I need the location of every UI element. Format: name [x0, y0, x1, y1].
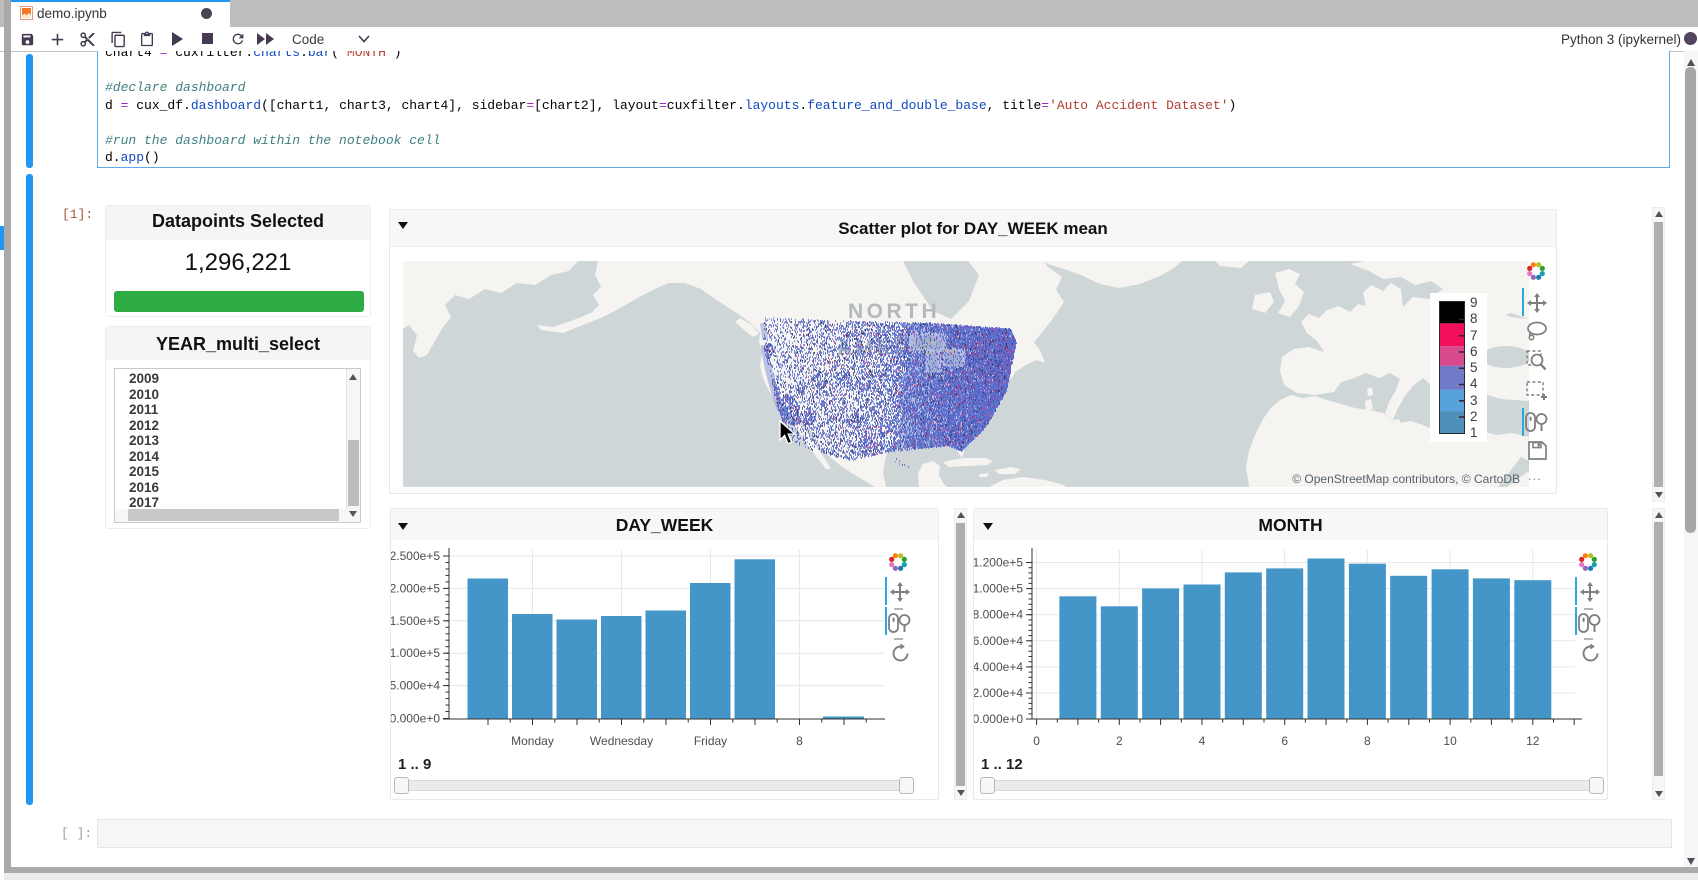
svg-text:10: 10	[1443, 734, 1457, 748]
svg-text:1.200e+5: 1.200e+5	[974, 556, 1023, 570]
svg-text:NORTH: NORTH	[848, 300, 940, 323]
svg-text:1.500e+5: 1.500e+5	[391, 614, 440, 628]
svg-text:1.000e+5: 1.000e+5	[391, 646, 440, 660]
svg-text:0.000e+0: 0.000e+0	[974, 712, 1023, 726]
svg-text:2.000e+4: 2.000e+4	[974, 686, 1023, 700]
svg-text:12: 12	[1526, 734, 1540, 748]
svg-text:8.000e+4: 8.000e+4	[974, 608, 1023, 622]
svg-text:1.000e+5: 1.000e+5	[974, 582, 1023, 596]
svg-text:6.000e+4: 6.000e+4	[974, 634, 1023, 648]
svg-text:Wednesday: Wednesday	[590, 734, 653, 748]
svg-text:2.500e+5: 2.500e+5	[391, 549, 440, 563]
svg-text:Monday: Monday	[511, 734, 554, 748]
svg-text:0.000e+0: 0.000e+0	[391, 712, 440, 726]
svg-text:2.000e+5: 2.000e+5	[391, 581, 440, 595]
svg-text:6: 6	[1281, 734, 1288, 748]
svg-text:4: 4	[1199, 734, 1206, 748]
svg-text:2: 2	[1116, 734, 1123, 748]
svg-text:5.000e+4: 5.000e+4	[391, 679, 440, 693]
svg-text:0: 0	[1033, 734, 1040, 748]
svg-text:4.000e+4: 4.000e+4	[974, 660, 1023, 674]
svg-text:8: 8	[796, 734, 803, 748]
svg-text:8: 8	[1364, 734, 1371, 748]
svg-text:Friday: Friday	[694, 734, 727, 748]
